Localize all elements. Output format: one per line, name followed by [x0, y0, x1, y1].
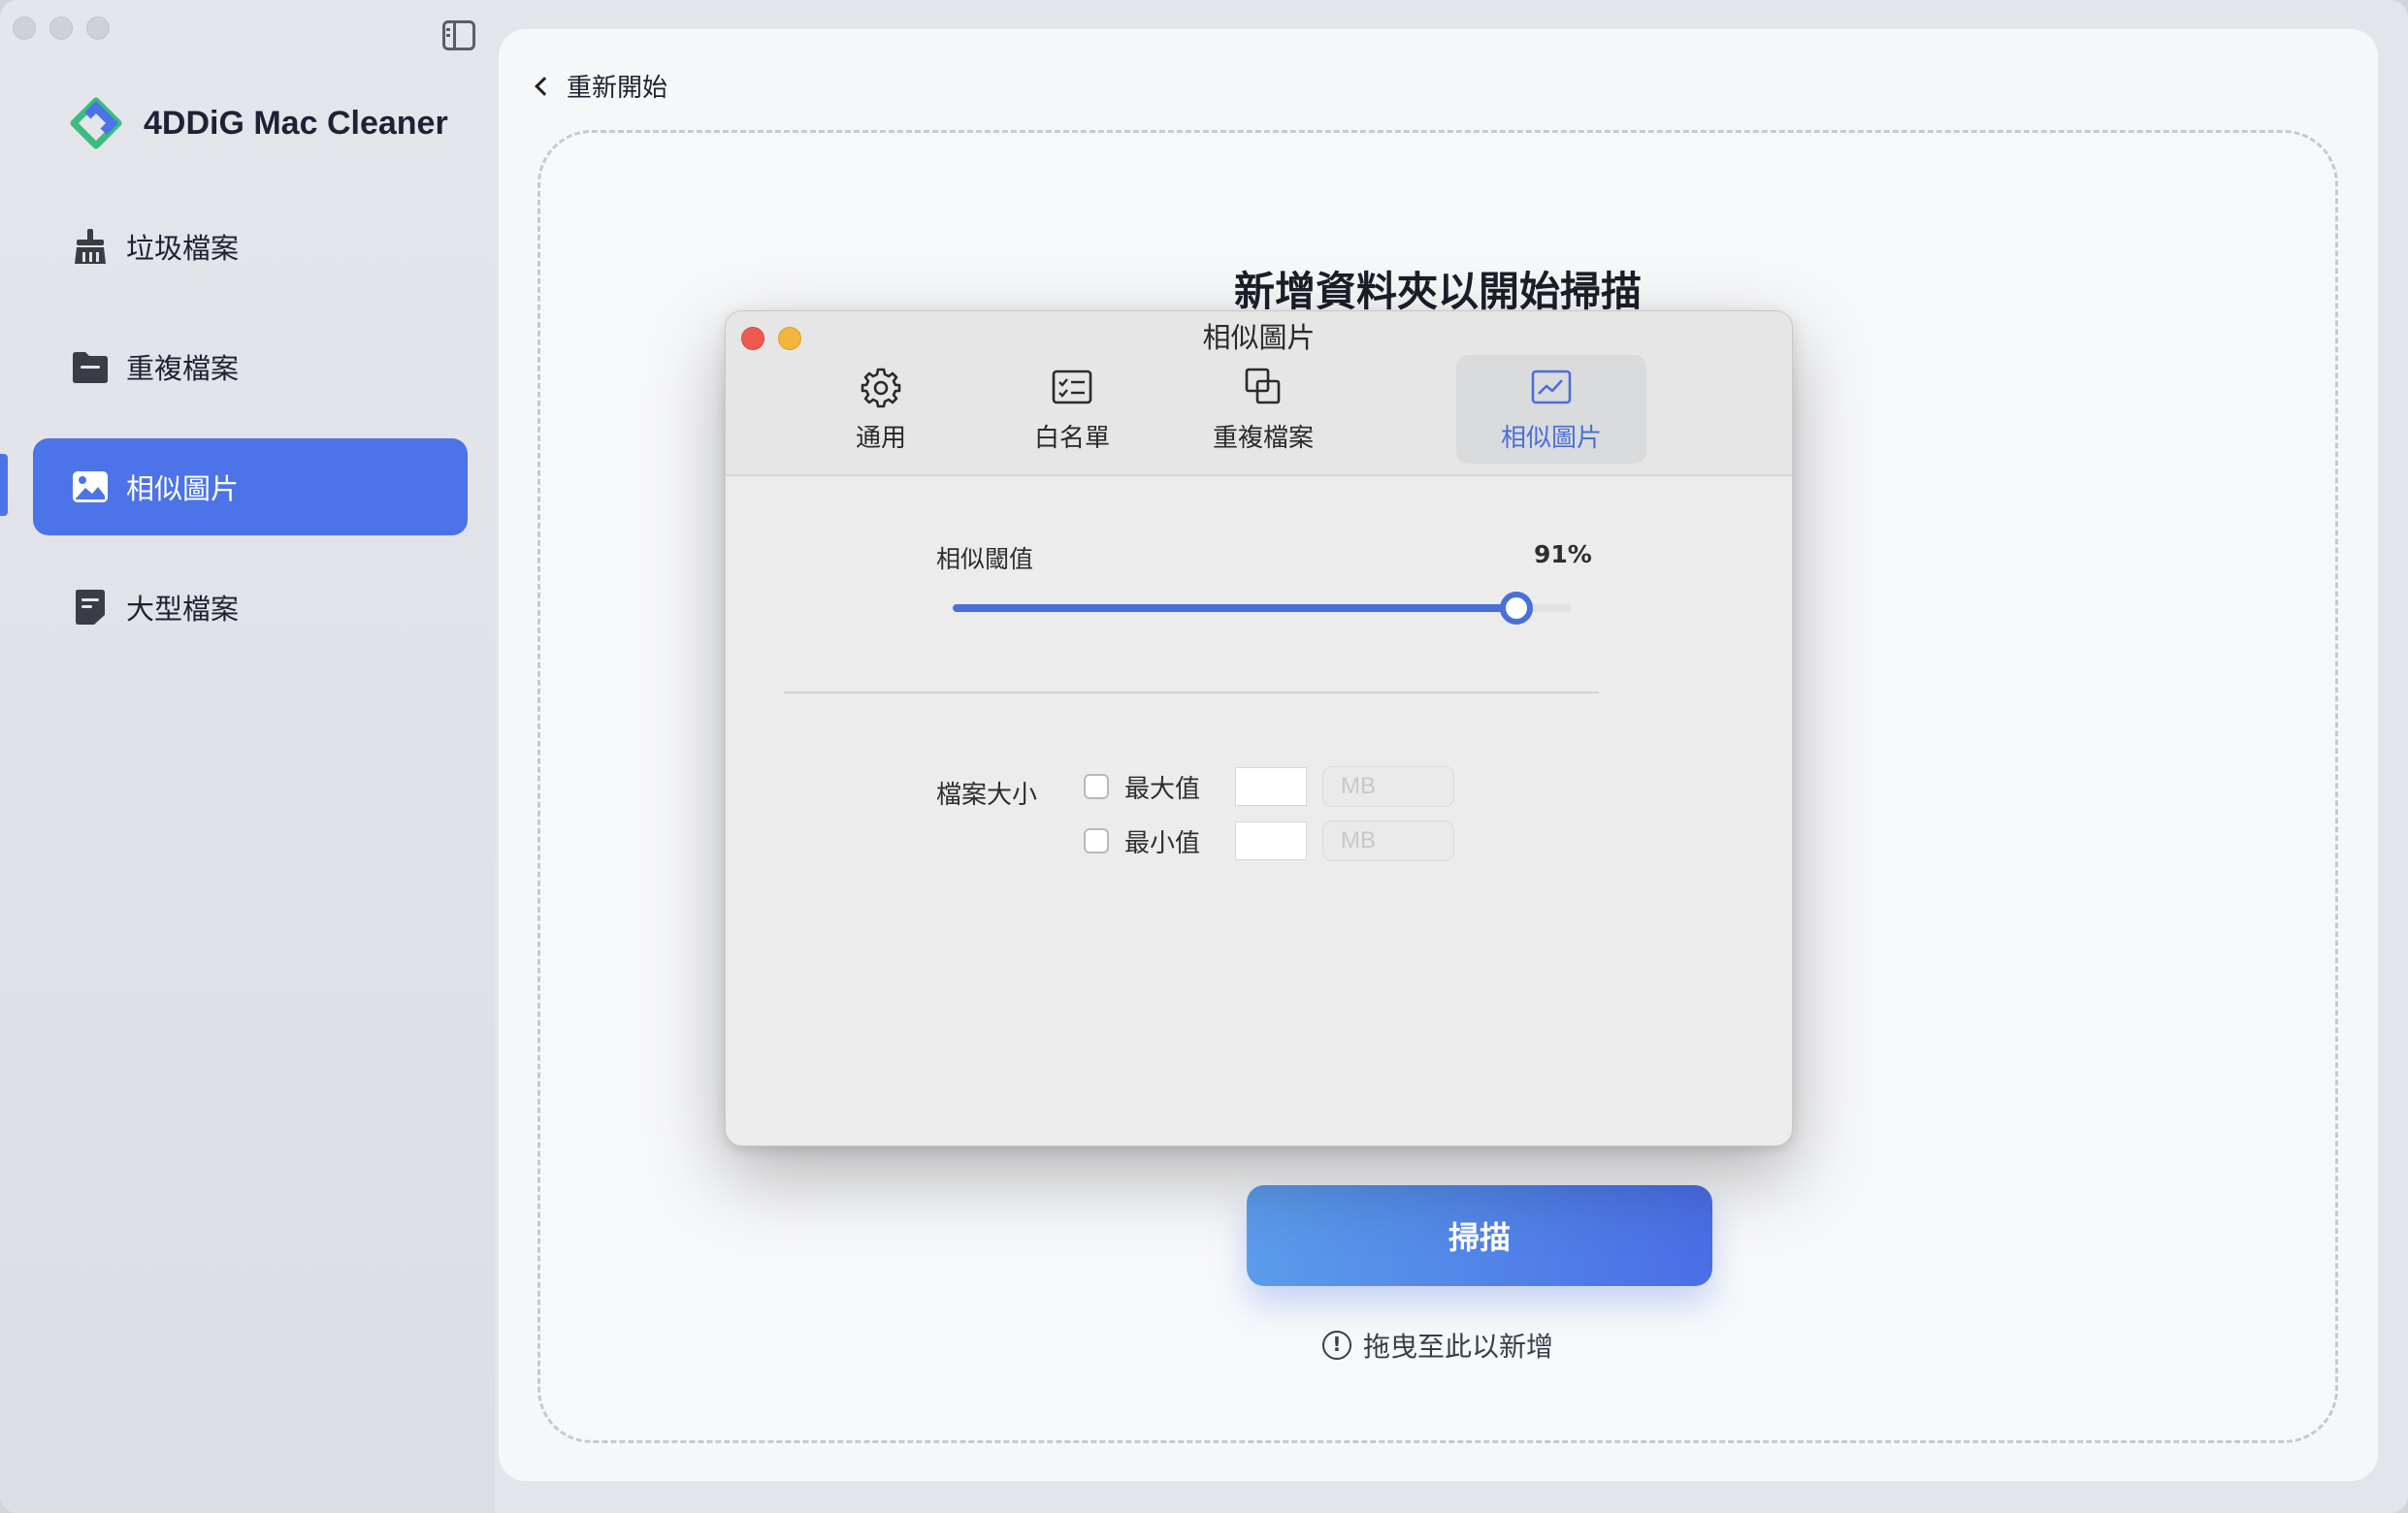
min-size-checkbox[interactable] [1084, 828, 1109, 853]
sidebar-item-junk-files[interactable]: 垃圾檔案 [33, 198, 468, 295]
min-size-row: 最小值 MB [1084, 821, 1454, 861]
checklist-icon [1052, 370, 1092, 403]
max-size-unit: MB [1322, 766, 1454, 807]
tab-label: 通用 [855, 423, 906, 453]
app-logo-icon [70, 97, 122, 149]
tab-general[interactable]: 通用 [786, 355, 976, 464]
divider [784, 692, 1599, 693]
file-size-label: 檔案大小 [936, 781, 1038, 810]
image-chart-icon [1531, 370, 1572, 403]
sidebar-item-duplicate-files[interactable]: 重複檔案 [33, 318, 468, 415]
window-controls [13, 16, 110, 40]
active-indicator [0, 454, 8, 516]
sidebar-item-label: 垃圾檔案 [126, 232, 240, 265]
threshold-value: 91% [1534, 540, 1592, 568]
drop-zone-title: 新增資料夾以開始掃描 [1233, 268, 1642, 315]
min-size-input[interactable] [1235, 821, 1307, 860]
info-icon: ! [1321, 1331, 1351, 1360]
min-size-unit: MB [1322, 821, 1454, 861]
dialog-toolbar: 相似圖片 通用 白名單 重複檔案 相似圖片 [726, 311, 1792, 476]
close-window-button[interactable] [13, 16, 36, 40]
max-size-label: 最大值 [1124, 774, 1201, 804]
image-icon [70, 467, 111, 507]
minimize-window-button[interactable] [49, 16, 73, 40]
threshold-slider[interactable] [953, 592, 1572, 625]
sidebar: 4DDiG Mac Cleaner 垃圾檔案 重複檔案 相似圖片 大型檔案 [0, 0, 495, 1513]
sidebar-item-label: 重複檔案 [126, 352, 240, 385]
chevron-left-icon [535, 76, 554, 96]
sidebar-item-large-files[interactable]: 大型檔案 [33, 559, 468, 656]
slider-thumb[interactable] [1499, 592, 1533, 625]
brand: 4DDiG Mac Cleaner [70, 97, 448, 149]
drop-hint: ! 拖曳至此以新增 [540, 1326, 2335, 1365]
tab-whitelist[interactable]: 白名單 [977, 355, 1167, 464]
broom-icon [70, 226, 111, 267]
max-size-checkbox[interactable] [1084, 774, 1109, 799]
drop-hint-text: 拖曳至此以新增 [1362, 1331, 1553, 1363]
large-file-icon [70, 587, 111, 628]
sidebar-toggle-icon[interactable] [442, 20, 475, 50]
max-size-row: 最大值 MB [1084, 766, 1454, 807]
zoom-window-button[interactable] [86, 16, 110, 40]
duplicate-icon [1245, 368, 1281, 403]
settings-dialog: 相似圖片 通用 白名單 重複檔案 相似圖片 相似閾值 91% 檔案大小 最大值 … [725, 310, 1793, 1146]
sidebar-item-similar-images[interactable]: 相似圖片 [33, 438, 468, 535]
gear-icon [861, 368, 901, 407]
back-button[interactable]: 重新開始 [535, 68, 668, 104]
tab-label: 相似圖片 [1500, 423, 1602, 453]
tab-label: 白名單 [1033, 423, 1110, 453]
dialog-tabs: 通用 白名單 重複檔案 相似圖片 [726, 355, 1792, 464]
slider-fill [953, 604, 1516, 612]
app-name: 4DDiG Mac Cleaner [144, 104, 448, 142]
sidebar-item-label: 相似圖片 [126, 472, 240, 505]
sidebar-item-label: 大型檔案 [126, 593, 240, 626]
min-size-label: 最小值 [1124, 828, 1201, 858]
max-size-input[interactable] [1235, 767, 1307, 806]
threshold-label: 相似閾值 [936, 545, 1034, 573]
scan-button[interactable]: 掃描 [1247, 1185, 1712, 1286]
tab-label: 重複檔案 [1212, 423, 1314, 453]
tab-duplicate-files[interactable]: 重複檔案 [1168, 355, 1358, 464]
folder-icon [70, 346, 111, 387]
tab-similar-images[interactable]: 相似圖片 [1456, 355, 1646, 464]
dialog-title: 相似圖片 [1202, 321, 1316, 354]
app-window: 4DDiG Mac Cleaner 垃圾檔案 重複檔案 相似圖片 大型檔案 重新… [0, 0, 2408, 1513]
back-label: 重新開始 [567, 74, 668, 103]
